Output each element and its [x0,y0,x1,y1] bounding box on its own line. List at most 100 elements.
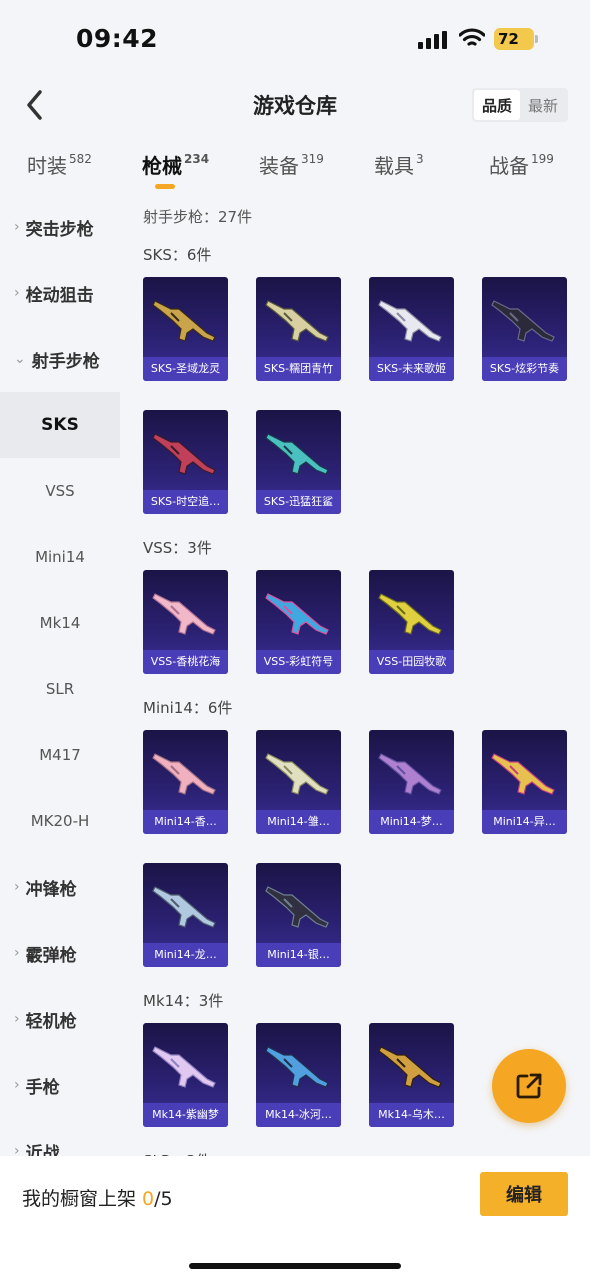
skin-card[interactable]: Mk14-紫幽梦 [143,1023,228,1127]
signal-icon [418,31,447,49]
skin-card[interactable]: VSS-彩虹符号 [256,570,341,674]
skin-name: Mini14-梦… [380,815,443,828]
bottom-bar: 我的橱窗上架 0/5 编辑 [0,1156,590,1280]
sidebar-item-smg[interactable]: › 冲锋枪 [0,854,120,920]
wifi-icon [459,28,485,46]
skin-card[interactable]: VSS-田园牧歌 [369,570,454,674]
skin-name: SKS-糯团青竹 [263,362,334,375]
sidebar-item-pistol[interactable]: › 手枪 [0,1052,120,1118]
rifle-icon [265,433,329,475]
skin-name: SKS-未来歌姬 [376,362,447,375]
skin-card[interactable]: SKS-圣域龙灵 [143,277,228,381]
sidebar: › 突击步枪 › 栓动狙击 ⌄ 射手步枪 SKS VSS Mini14 Mk14 SL… [0,194,120,1156]
rifle-icon [491,753,555,795]
sidebar-sub-mini14[interactable]: Mini14 [0,524,120,590]
category-tabs: 时装 582 枪械 234 装备 319 载具 3 战备 199 [0,140,590,194]
home-indicator [189,1263,401,1269]
skin-card[interactable]: SKS-糯团青竹 [256,277,341,381]
skin-name: Mk14-紫幽梦 [152,1108,219,1121]
rifle-icon [265,753,329,795]
rifle-icon [378,1046,442,1088]
chevron-right-icon: › [14,1011,20,1027]
skin-name: Mini14-香… [154,815,217,828]
rifle-icon [265,886,329,928]
active-tab-indicator [155,184,175,189]
tab-firearms[interactable]: 枪械 234 [142,150,209,179]
rifle-icon [152,886,216,928]
skin-card[interactable]: SKS-时空追… [143,410,228,514]
skin-name: SKS-时空追… [150,495,221,508]
skin-name: VSS-彩虹符号 [263,655,334,668]
sidebar-sub-slr[interactable]: SLR [0,656,120,722]
skin-card[interactable]: SKS-未来歌姬 [369,277,454,381]
rifle-icon [152,1046,216,1088]
edit-button[interactable]: 编辑 [480,1172,568,1216]
skin-name: Mini14-雏… [267,815,330,828]
skin-name: SKS-圣域龙灵 [150,362,221,375]
rifle-icon [491,300,555,342]
skin-name: Mk14-冰河… [265,1108,332,1121]
sidebar-sub-mk20h[interactable]: MK20-H [0,788,120,854]
share-button[interactable] [492,1049,566,1123]
sort-toggle: 品质 最新 [472,88,568,122]
sidebar-sub-sks[interactable]: SKS [0,392,120,458]
sidebar-sub-m417[interactable]: M417 [0,722,120,788]
status-time: 09:42 [76,24,159,53]
rifle-icon [378,300,442,342]
chevron-right-icon: › [14,285,20,301]
chevron-right-icon: › [14,219,20,235]
skin-card[interactable]: SKS-炫彩节奏 [482,277,567,381]
sidebar-item-melee[interactable]: › 近战 [0,1118,120,1156]
sidebar-sub-vss[interactable]: VSS [0,458,120,524]
skin-card[interactable]: VSS-香桃花海 [143,570,228,674]
battery-indicator: 72 [494,28,538,50]
skin-card[interactable]: Mk14-冰河… [256,1023,341,1127]
sort-by-quality[interactable]: 品质 [474,90,520,120]
category-summary: 射手步枪：27件 [143,208,253,226]
status-bar: 09:42 72 [0,0,590,70]
skin-card[interactable]: Mini14-雏… [256,730,341,834]
skin-name: VSS-香桃花海 [150,655,221,668]
back-chevron-icon[interactable] [22,88,48,122]
header: 游戏仓库 品质 最新 [0,70,590,140]
skin-card[interactable]: Mini14-香… [143,730,228,834]
rifle-icon [265,1046,329,1088]
sort-by-latest[interactable]: 最新 [520,90,566,120]
sidebar-item-marksman-rifle[interactable]: ⌄ 射手步枪 [0,326,120,392]
skin-list: 射手步枪：27件 SKS：6件 SKS-圣域龙灵 SKS-糯团青竹 SKS-未来歌姬 S… [120,194,590,1156]
chevron-down-icon: ⌄ [14,351,26,367]
skin-card[interactable]: Mini14-龙… [143,863,228,967]
sidebar-item-shotgun[interactable]: › 霰弹枪 [0,920,120,986]
sidebar-item-lmg[interactable]: › 轻机枪 [0,986,120,1052]
tab-equipment[interactable]: 装备 319 [259,150,324,179]
sidebar-item-assault-rifle[interactable]: › 突击步枪 [0,194,120,260]
skin-name: SKS-炫彩节奏 [489,362,560,375]
chevron-right-icon: › [14,1077,20,1093]
sidebar-sub-mk14[interactable]: Mk14 [0,590,120,656]
chevron-right-icon: › [14,945,20,961]
skin-card[interactable]: Mini14-银… [256,863,341,967]
battery-percent: 72 [498,30,519,48]
group-header: Mini14：6件 [143,699,233,717]
showcase-status: 我的橱窗上架 0/5 [22,1188,173,1210]
rifle-icon [152,593,216,635]
showcase-current: 0 [142,1188,155,1210]
skin-name: Mk14-乌木… [378,1108,445,1121]
tab-battle-supplies[interactable]: 战备 199 [489,150,554,179]
tab-vehicles[interactable]: 载具 3 [374,150,424,179]
tab-fashion[interactable]: 时装 582 [27,150,92,179]
skin-card[interactable]: Mk14-乌木… [369,1023,454,1127]
rifle-icon [152,433,216,475]
sidebar-item-bolt-sniper[interactable]: › 栓动狙击 [0,260,120,326]
rifle-icon [378,593,442,635]
share-icon [516,1073,542,1099]
skin-name: VSS-田园牧歌 [376,655,447,668]
skin-name: Mini14-异… [493,815,556,828]
chevron-right-icon: › [14,879,20,895]
skin-card[interactable]: Mini14-异… [482,730,567,834]
skin-name: SKS-迅猛狂鲨 [263,495,334,508]
skin-card[interactable]: SKS-迅猛狂鲨 [256,410,341,514]
rifle-icon [152,753,216,795]
skin-card[interactable]: Mini14-梦… [369,730,454,834]
group-header: SKS：6件 [143,246,212,264]
